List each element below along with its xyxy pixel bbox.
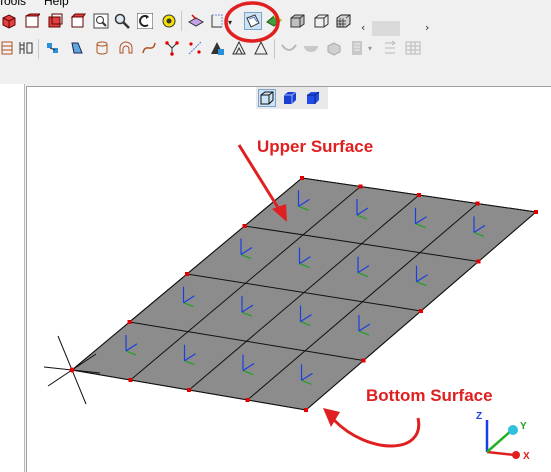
- triad-x-ball: [512, 451, 520, 459]
- triad-y-label: Y: [520, 421, 527, 432]
- triad-x-label: X: [523, 451, 530, 462]
- boundary-node: [358, 184, 363, 189]
- boundary-node: [127, 320, 132, 324]
- boundary-node: [128, 378, 133, 382]
- support-node: [69, 367, 75, 373]
- boundary-node: [419, 309, 423, 313]
- boundary-node: [245, 398, 250, 402]
- triad-y-axis: [486, 429, 513, 453]
- boundary-node: [476, 259, 481, 264]
- upper-surface-label: Upper Surface: [257, 137, 374, 156]
- triad-z-label: Z: [476, 411, 482, 422]
- triad-y-ball: [508, 425, 518, 435]
- bottom-surface-label: Bottom Surface: [366, 386, 493, 405]
- boundary-node: [417, 193, 421, 197]
- boundary-node: [187, 388, 191, 392]
- boundary-node: [475, 201, 480, 206]
- highlight-circle: [224, 1, 280, 43]
- boundary-node: [361, 358, 366, 363]
- boundary-node: [304, 408, 308, 412]
- bottom-surface-arrow: [332, 417, 421, 448]
- boundary-node: [300, 176, 304, 180]
- triad-x-axis: [486, 450, 516, 457]
- boundary-node: [242, 224, 247, 228]
- boundary-node: [185, 272, 189, 276]
- boundary-node: [534, 210, 538, 214]
